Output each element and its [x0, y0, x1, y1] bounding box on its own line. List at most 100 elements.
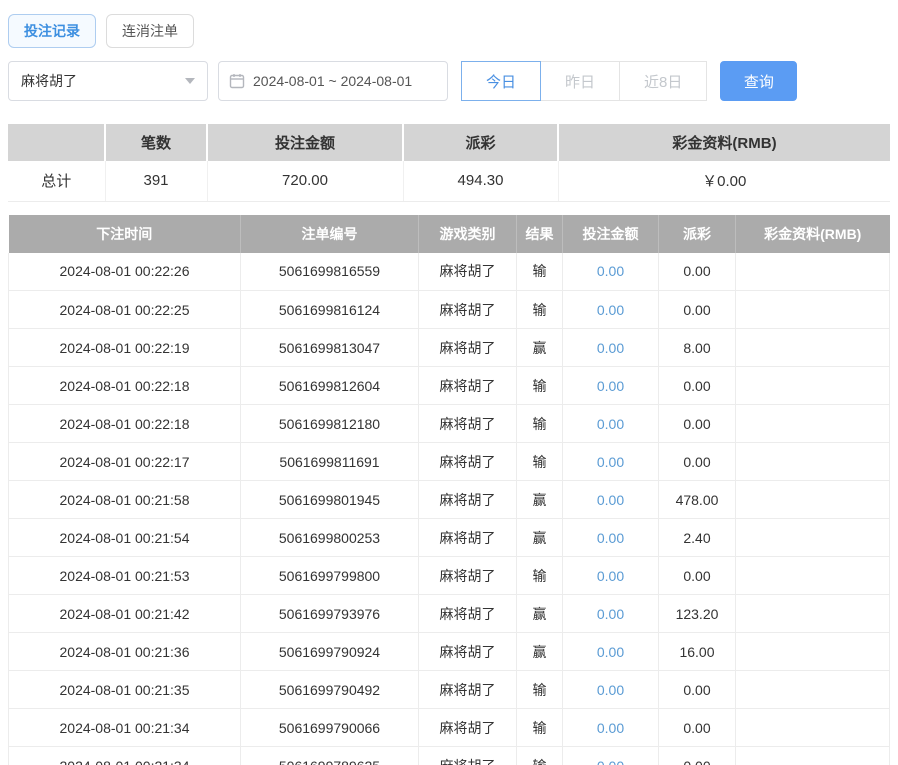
calendar-icon — [229, 73, 245, 89]
bet-amount-link[interactable]: 0.00 — [597, 606, 624, 622]
order-id-cell: 5061699813047 — [241, 329, 419, 367]
game-type-cell: 麻将胡了 — [419, 633, 517, 671]
summary-header-payout: 派彩 — [403, 124, 558, 161]
bet-amount-cell: 0.00 — [563, 671, 659, 709]
game-type-cell: 麻将胡了 — [419, 367, 517, 405]
bet-amount-link[interactable]: 0.00 — [597, 530, 624, 546]
today-button[interactable]: 今日 — [461, 61, 541, 101]
date-range-input[interactable]: 2024-08-01 ~ 2024-08-01 — [218, 61, 448, 101]
tab-cancelled-orders[interactable]: 连消注单 — [106, 14, 194, 48]
bet-amount-link[interactable]: 0.00 — [597, 454, 624, 470]
table-row: 2024-08-01 00:21:365061699790924麻将胡了赢0.0… — [9, 633, 890, 671]
game-type-value: 麻将胡了 — [21, 71, 77, 91]
order-id-cell: 5061699812180 — [241, 405, 419, 443]
yesterday-button[interactable]: 昨日 — [540, 61, 620, 101]
table-row: 2024-08-01 00:21:425061699793976麻将胡了赢0.0… — [9, 595, 890, 633]
bet-amount-cell: 0.00 — [563, 329, 659, 367]
bonus-cell — [736, 557, 890, 595]
game-type-cell: 麻将胡了 — [419, 405, 517, 443]
bet-amount-link[interactable]: 0.00 — [597, 302, 624, 318]
bet-amount-cell: 0.00 — [563, 253, 659, 291]
table-row: 2024-08-01 00:22:175061699811691麻将胡了输0.0… — [9, 443, 890, 481]
bet-amount-link[interactable]: 0.00 — [597, 263, 624, 279]
bet-amount-link[interactable]: 0.00 — [597, 416, 624, 432]
quick-date-buttons: 今日 昨日 近8日 — [461, 61, 707, 101]
bet-time-cell: 2024-08-01 00:21:53 — [9, 557, 241, 595]
date-range-value: 2024-08-01 ~ 2024-08-01 — [253, 73, 412, 89]
table-row: 2024-08-01 00:21:535061699799800麻将胡了输0.0… — [9, 557, 890, 595]
bet-amount-link[interactable]: 0.00 — [597, 378, 624, 394]
bet-time-cell: 2024-08-01 00:21:42 — [9, 595, 241, 633]
bonus-cell — [736, 367, 890, 405]
betting-records-page: 投注记录 连消注单 麻将胡了 2024-08-01 ~ 2024-08-01 今… — [0, 0, 898, 765]
bet-time-cell: 2024-08-01 00:22:17 — [9, 443, 241, 481]
result-cell: 输 — [517, 557, 563, 595]
table-row: 2024-08-01 00:21:585061699801945麻将胡了赢0.0… — [9, 481, 890, 519]
table-row: 2024-08-01 00:22:195061699813047麻将胡了赢0.0… — [9, 329, 890, 367]
payout-cell: 0.00 — [659, 671, 736, 709]
table-row: 2024-08-01 00:22:185061699812604麻将胡了输0.0… — [9, 367, 890, 405]
bonus-cell — [736, 633, 890, 671]
bonus-cell — [736, 405, 890, 443]
bet-time-cell: 2024-08-01 00:21:54 — [9, 519, 241, 557]
result-cell: 赢 — [517, 481, 563, 519]
order-id-cell: 5061699793976 — [241, 595, 419, 633]
result-cell: 输 — [517, 671, 563, 709]
header-bonus: 彩金资料(RMB) — [736, 215, 890, 253]
bet-amount-link[interactable]: 0.00 — [597, 568, 624, 584]
bet-amount-link[interactable]: 0.00 — [597, 644, 624, 660]
bet-time-cell: 2024-08-01 00:22:19 — [9, 329, 241, 367]
records-header-row: 下注时间 注单编号 游戏类别 结果 投注金额 派彩 彩金资料(RMB) — [9, 215, 890, 253]
result-cell: 输 — [517, 747, 563, 765]
result-cell: 赢 — [517, 633, 563, 671]
game-type-cell: 麻将胡了 — [419, 519, 517, 557]
result-cell: 赢 — [517, 329, 563, 367]
game-type-cell: 麻将胡了 — [419, 253, 517, 291]
bet-amount-cell: 0.00 — [563, 291, 659, 329]
payout-cell: 0.00 — [659, 709, 736, 747]
bet-amount-link[interactable]: 0.00 — [597, 492, 624, 508]
bonus-cell — [736, 519, 890, 557]
header-result: 结果 — [517, 215, 563, 253]
search-button[interactable]: 查询 — [720, 61, 797, 101]
order-id-cell: 5061699790924 — [241, 633, 419, 671]
payout-cell: 0.00 — [659, 253, 736, 291]
bet-amount-link[interactable]: 0.00 — [597, 758, 624, 765]
bet-amount-link[interactable]: 0.00 — [597, 340, 624, 356]
payout-cell: 0.00 — [659, 443, 736, 481]
bet-amount-cell: 0.00 — [563, 633, 659, 671]
bet-time-cell: 2024-08-01 00:21:35 — [9, 671, 241, 709]
bet-time-cell: 2024-08-01 00:22:18 — [9, 405, 241, 443]
bonus-cell — [736, 253, 890, 291]
game-type-select[interactable]: 麻将胡了 — [8, 61, 208, 101]
total-payout: 494.30 — [403, 161, 558, 201]
result-cell: 赢 — [517, 595, 563, 633]
game-type-cell: 麻将胡了 — [419, 671, 517, 709]
records-table: 下注时间 注单编号 游戏类别 结果 投注金额 派彩 彩金资料(RMB) 2024… — [8, 215, 890, 765]
summary-header-row: 笔数 投注金额 派彩 彩金资料(RMB) — [8, 124, 890, 161]
header-payout: 派彩 — [659, 215, 736, 253]
order-id-cell: 5061699790066 — [241, 709, 419, 747]
bet-amount-link[interactable]: 0.00 — [597, 682, 624, 698]
game-type-cell: 麻将胡了 — [419, 747, 517, 765]
result-cell: 输 — [517, 367, 563, 405]
summary-total-row: 总计 391 720.00 494.30 ￥0.00 — [8, 161, 890, 201]
summary-table: 笔数 投注金额 派彩 彩金资料(RMB) 总计 391 720.00 494.3… — [8, 124, 890, 202]
bet-amount-cell: 0.00 — [563, 557, 659, 595]
result-cell: 输 — [517, 443, 563, 481]
total-bonus: ￥0.00 — [558, 161, 890, 201]
bet-time-cell: 2024-08-01 00:22:18 — [9, 367, 241, 405]
order-id-cell: 5061699811691 — [241, 443, 419, 481]
tab-betting-records[interactable]: 投注记录 — [8, 14, 96, 48]
header-bet-amount: 投注金额 — [563, 215, 659, 253]
bet-time-cell: 2024-08-01 00:22:26 — [9, 253, 241, 291]
bet-amount-cell: 0.00 — [563, 519, 659, 557]
last-8-days-button[interactable]: 近8日 — [619, 61, 707, 101]
bet-amount-cell: 0.00 — [563, 405, 659, 443]
bonus-cell — [736, 291, 890, 329]
bonus-cell — [736, 443, 890, 481]
payout-cell: 2.40 — [659, 519, 736, 557]
bet-amount-link[interactable]: 0.00 — [597, 720, 624, 736]
result-cell: 赢 — [517, 519, 563, 557]
bonus-cell — [736, 329, 890, 367]
